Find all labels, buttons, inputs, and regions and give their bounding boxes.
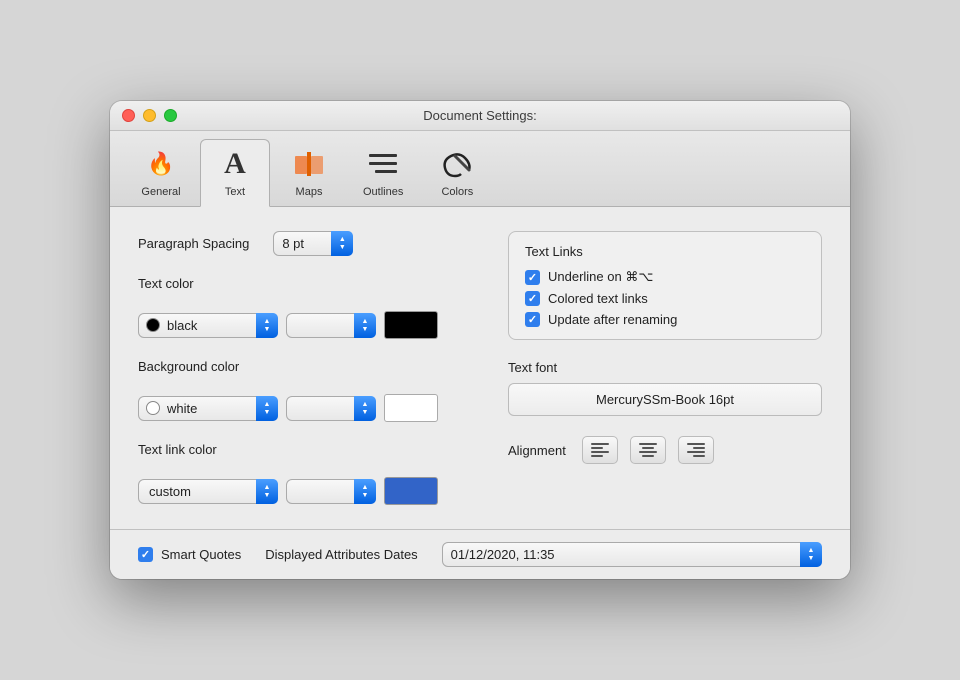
tab-colors[interactable]: Colors [422,139,492,206]
dates-select-wrapper: 01/12/2020, 11:35 [442,542,822,567]
link-color-select-wrapper: black white custom [138,479,278,504]
text-font-display[interactable]: MercurySSm-Book 16pt [508,383,822,416]
text-icon: A [217,146,253,182]
main-content: Paragraph Spacing 4 pt 6 pt 8 pt 10 pt 1… [110,207,850,529]
tab-outlines[interactable]: Outlines [348,139,418,206]
text-color-select-wrapper: black white custom [138,313,278,338]
tab-general[interactable]: 🔥 General [126,139,196,206]
tab-maps[interactable]: Maps [274,139,344,206]
text-color-label: Text color [138,276,452,291]
colors-icon [439,146,475,182]
align-right-button[interactable] [678,436,714,464]
dates-select[interactable]: 01/12/2020, 11:35 [442,542,822,567]
text-links-title: Text Links [525,244,805,259]
maps-icon [291,146,327,182]
bg-color-select[interactable]: black white custom [138,396,278,421]
link-color-swatch[interactable] [384,477,438,505]
window-title: Document Settings: [423,108,536,123]
checkbox-underline[interactable] [525,270,540,285]
toolbar: 🔥 General A Text Maps [110,131,850,207]
checkbox-underline-row: Underline on ⌘⌥ [525,269,805,285]
text-link-color-label: Text link color [138,442,452,457]
bg-color-extra-select-wrapper [286,396,376,421]
checkbox-colored-row: Colored text links [525,291,805,306]
titlebar: Document Settings: [110,101,850,131]
align-center-button[interactable] [630,436,666,464]
alignment-row: Alignment [508,436,822,464]
paragraph-spacing-select[interactable]: 4 pt 6 pt 8 pt 10 pt 12 pt [273,231,353,256]
bg-color-extra-select[interactable] [286,396,376,421]
smart-quotes-checkbox[interactable] [138,547,153,562]
right-column: Text Links Underline on ⌘⌥ Colored text … [480,231,822,509]
checkbox-update-row: Update after renaming [525,312,805,327]
tab-colors-label: Colors [441,186,473,198]
displayed-attributes-dates-label: Displayed Attributes Dates [265,547,417,562]
smart-quotes-label: Smart Quotes [161,547,241,562]
paragraph-spacing-select-wrapper: 4 pt 6 pt 8 pt 10 pt 12 pt [273,231,353,256]
text-color-extra-select[interactable] [286,313,376,338]
checkbox-underline-label: Underline on ⌘⌥ [548,269,653,285]
checkbox-update[interactable] [525,312,540,327]
link-color-extra-select-wrapper [286,479,376,504]
tab-text-label: Text [225,186,245,198]
close-button[interactable] [122,109,135,122]
window-controls [122,109,177,122]
align-right-icon [687,442,705,458]
text-link-color-row: black white custom [138,477,452,505]
maximize-button[interactable] [164,109,177,122]
align-left-button[interactable] [582,436,618,464]
text-color-swatch[interactable] [384,311,438,339]
background-color-label: Background color [138,359,452,374]
align-left-icon [591,442,609,458]
text-color-extra-select-wrapper [286,313,376,338]
paragraph-spacing-row: Paragraph Spacing 4 pt 6 pt 8 pt 10 pt 1… [138,231,452,256]
background-color-row: black white custom [138,394,452,422]
link-color-extra-select[interactable] [286,479,376,504]
minimize-button[interactable] [143,109,156,122]
outlines-icon [365,146,401,182]
text-color-row: black white custom [138,311,452,339]
bg-color-swatch[interactable] [384,394,438,422]
left-column: Paragraph Spacing 4 pt 6 pt 8 pt 10 pt 1… [138,231,480,509]
paragraph-spacing-label: Paragraph Spacing [138,236,249,251]
alignment-label: Alignment [508,443,566,458]
checkbox-colored-label: Colored text links [548,291,648,306]
checkbox-update-label: Update after renaming [548,312,677,327]
text-color-select[interactable]: black white custom [138,313,278,338]
smart-quotes-row: Smart Quotes [138,547,241,562]
checkbox-colored[interactable] [525,291,540,306]
link-color-select[interactable]: black white custom [138,479,278,504]
text-font-label: Text font [508,360,822,375]
bottom-bar: Smart Quotes Displayed Attributes Dates … [110,529,850,579]
bg-color-select-wrapper: black white custom [138,396,278,421]
align-center-icon [639,442,657,458]
tab-outlines-label: Outlines [363,186,403,198]
tab-text[interactable]: A Text [200,139,270,207]
tab-maps-label: Maps [296,186,323,198]
text-links-box: Text Links Underline on ⌘⌥ Colored text … [508,231,822,340]
tab-general-label: General [141,186,180,198]
general-icon: 🔥 [143,146,179,182]
main-window: Document Settings: 🔥 General A Text Maps [110,101,850,579]
